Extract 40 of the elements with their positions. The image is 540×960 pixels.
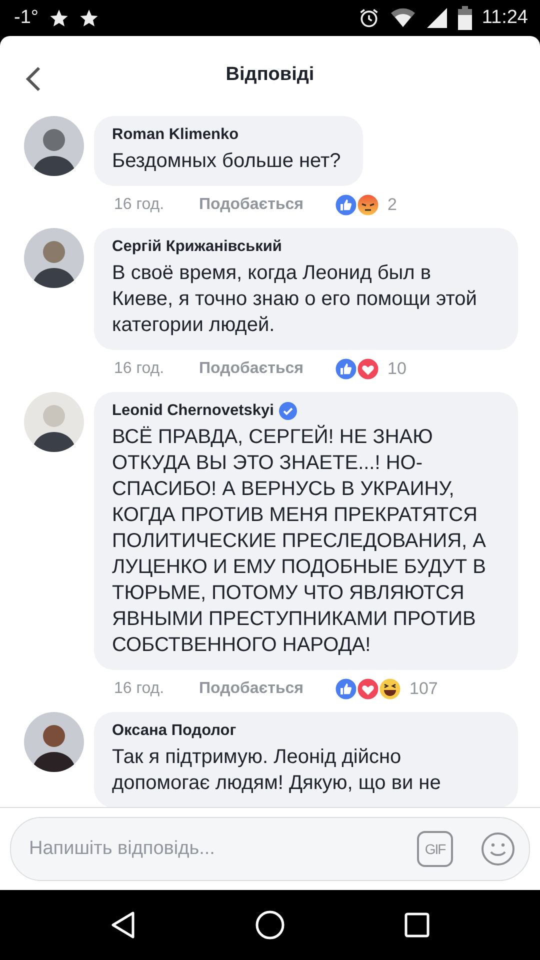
battery-icon xyxy=(458,6,472,30)
comment-text: Так я підтримую. Леонід дійсно допомогає людям! Дякую, що ви не xyxy=(112,745,442,796)
signal-icon xyxy=(426,7,448,29)
comment-time: 16 год. xyxy=(114,196,166,214)
reaction-count: 2 xyxy=(388,195,397,215)
like-reaction-icon xyxy=(334,357,358,381)
reaction-count: 10 xyxy=(388,359,406,379)
author-name[interactable]: Roman Klimenko xyxy=(112,126,239,144)
heart-reaction-icon xyxy=(356,357,380,381)
author-name[interactable]: Оксана Подолог xyxy=(112,722,236,740)
like-link[interactable]: Подобається xyxy=(199,680,304,698)
alarm-icon xyxy=(358,7,380,29)
comment-text: ВСЁ ПРАВДА, СЕРГЕЙ! НЕ ЗНАЮ ОТКУДА ВЫ ЭТО ЗНАЕТЕ...! НО- СПАСИБО! А ВЕРНУСЬ В УКРАИНУ, КОГДА ПРОТИВ МЕНЯ ПРЕКРАТЯТСЯ ПОЛИТИЧЕСКИЕ ПРЕСЛЕДОВАНИЯ, А ЛУЦЕНКО И ЕМУ ПОДОБНЫЕ БУДУТ В ТЮРЬМЕ, ПОТОМУ ЧТО ЯВЛЯЮТСЯ ЯВНЫМИ ПРЕСТУПНИКАМИ ПРОТИВ СОБСТВЕННОГО НАРОДА! xyxy=(112,424,487,658)
like-reaction-icon xyxy=(334,677,358,701)
temperature: -1° xyxy=(14,7,38,29)
clock: 11:24 xyxy=(482,7,528,29)
star-icon xyxy=(78,8,98,28)
laughing-reaction-icon xyxy=(378,677,402,701)
back-icon[interactable] xyxy=(24,66,42,92)
screen-title: Відповіді xyxy=(226,64,314,86)
gif-button[interactable]: GIF xyxy=(417,831,453,867)
emoji-button[interactable] xyxy=(481,832,515,866)
recents-nav-button[interactable] xyxy=(404,912,430,938)
comment-time: 16 год. xyxy=(114,360,166,378)
reaction-count: 107 xyxy=(410,679,438,699)
heart-reaction-icon xyxy=(356,677,380,701)
comment-time: 16 год. xyxy=(114,680,166,698)
reply-input-field[interactable]: Напишіть відповідь... GIF xyxy=(10,817,530,881)
like-link[interactable]: Подобається xyxy=(199,360,304,378)
angry-reaction-icon xyxy=(356,193,380,217)
comment-text: В своё время, когда Леонид был в Киеве, я точно знаю о его помощи этой категории людей. xyxy=(112,261,478,338)
author-name[interactable]: Сергій Крижанівський xyxy=(112,238,282,256)
author-name[interactable]: Leonid Chernovetskyi xyxy=(112,402,274,420)
back-nav-button[interactable] xyxy=(110,911,136,939)
like-link[interactable]: Подобається xyxy=(199,196,304,214)
comment-text: Бездомных больше нет? xyxy=(112,149,341,174)
home-nav-button[interactable] xyxy=(254,910,285,940)
like-reaction-icon xyxy=(334,193,358,217)
wifi-icon xyxy=(390,7,416,29)
star-icon xyxy=(48,8,68,28)
